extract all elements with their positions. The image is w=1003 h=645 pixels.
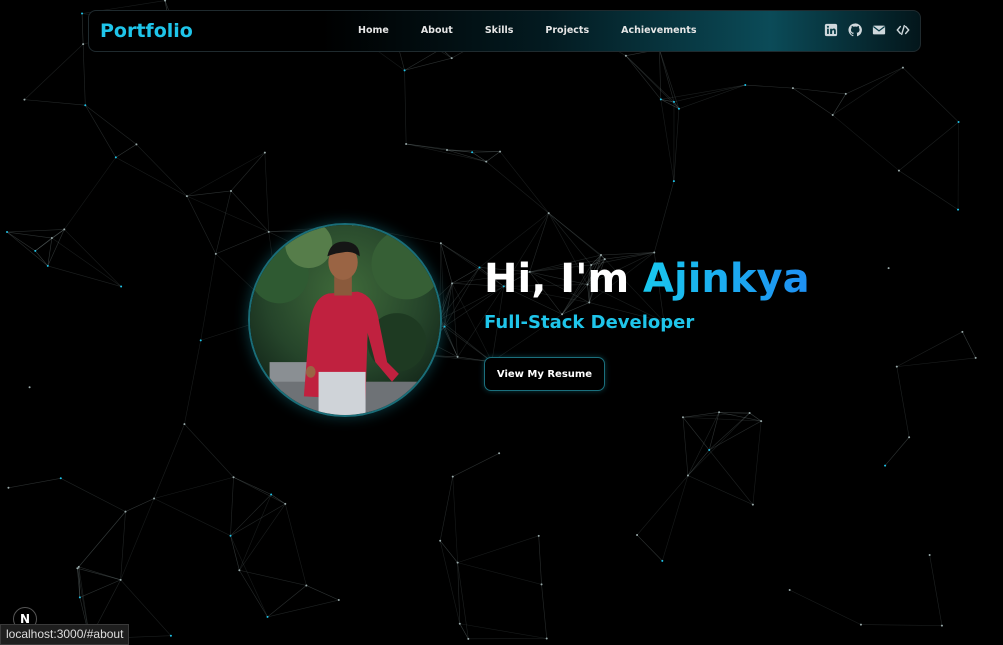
nav-link-home[interactable]: Home [358, 25, 389, 36]
social-icons [824, 23, 910, 37]
nav-links: Home About Skills Projects Achievements [358, 25, 729, 36]
hero-name: Ajinkya [643, 256, 810, 302]
linkedin-icon[interactable] [824, 23, 838, 37]
nav-link-skills[interactable]: Skills [485, 25, 514, 36]
brand-logo[interactable]: Portfolio [100, 20, 193, 42]
hero-title: Hi, I'm Ajinkya [484, 256, 810, 302]
hero-greeting: Hi, I'm [484, 256, 644, 302]
nav-link-about[interactable]: About [421, 25, 453, 36]
code-icon[interactable] [896, 23, 910, 37]
github-icon[interactable] [848, 23, 862, 37]
hero-subtitle: Full-Stack Developer [484, 312, 695, 333]
view-resume-button[interactable]: View My Resume [484, 357, 605, 391]
mail-icon[interactable] [872, 23, 886, 37]
nav-link-achievements[interactable]: Achievements [621, 25, 696, 36]
profile-photo [248, 223, 442, 417]
navbar: Portfolio Home About Skills Projects Ach… [88, 10, 921, 52]
nav-link-projects[interactable]: Projects [545, 25, 589, 36]
status-bar-url: localhost:3000/#about [0, 624, 130, 645]
